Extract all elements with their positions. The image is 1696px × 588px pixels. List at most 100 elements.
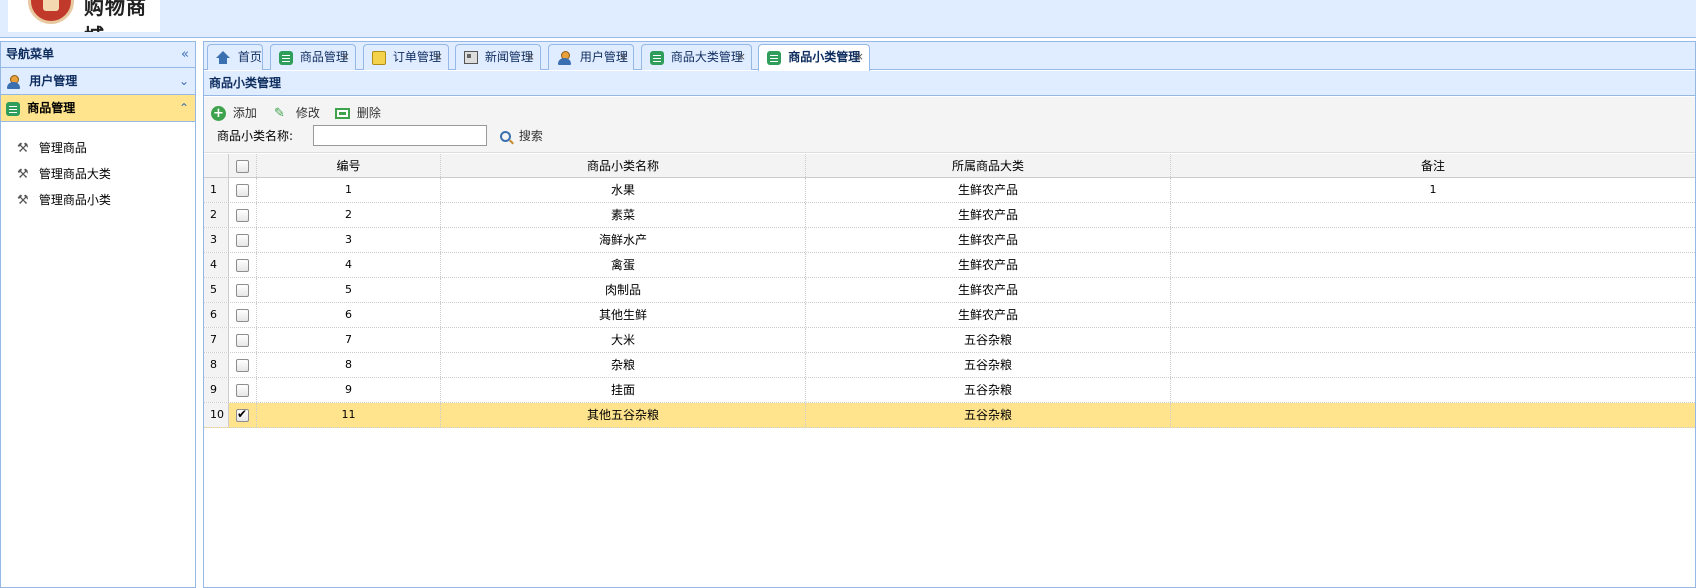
column-header-name[interactable]: 商品小类名称: [441, 154, 806, 177]
cell-name: 其他五谷杂粮: [441, 403, 806, 427]
cell-name: 禽蛋: [441, 253, 806, 277]
cell-name: 大米: [441, 328, 806, 352]
row-checkbox-cell[interactable]: [229, 178, 257, 202]
cell-id: 3: [257, 228, 441, 252]
nav-section-label: 用户管理: [29, 74, 78, 88]
close-icon[interactable]: ×: [341, 45, 350, 69]
row-checkbox-cell[interactable]: [229, 353, 257, 377]
double-chevron-up-icon[interactable]: ⌃: [179, 95, 189, 121]
minus-icon: [335, 108, 350, 119]
table-row[interactable]: 9 9 挂面 五谷杂粮: [204, 378, 1695, 403]
tab-small-category-management[interactable]: 商品小类管理 ×: [758, 44, 870, 71]
close-icon[interactable]: ×: [619, 45, 628, 69]
checkbox[interactable]: [236, 160, 249, 173]
search-label: 商品小类名称:: [217, 129, 294, 143]
row-checkbox-cell[interactable]: [229, 303, 257, 327]
nav-item-label: 管理商品小类: [38, 193, 111, 207]
wrench-icon: ⚒: [17, 167, 29, 182]
tab-label: 首页: [237, 50, 262, 64]
tab-home[interactable]: 首页: [207, 44, 263, 70]
search-input[interactable]: [313, 125, 487, 146]
checkbox[interactable]: [236, 259, 249, 272]
checkbox[interactable]: [236, 384, 249, 397]
checkbox[interactable]: [236, 209, 249, 222]
grid-header-row: 编号 商品小类名称 所属商品大类 备注: [204, 154, 1695, 178]
row-checkbox-cell[interactable]: [229, 403, 257, 427]
tab-product-management[interactable]: 商品管理 ×: [270, 44, 356, 70]
checkbox[interactable]: [236, 359, 249, 372]
row-number: 2: [204, 203, 229, 227]
checkbox[interactable]: [236, 284, 249, 297]
cell-id: 5: [257, 278, 441, 302]
cell-name: 水果: [441, 178, 806, 202]
column-header-category[interactable]: 所属商品大类: [806, 154, 1171, 177]
close-icon[interactable]: ×: [526, 45, 535, 69]
table-row[interactable]: 10 11其他五谷杂粮五谷杂粮: [204, 403, 1695, 428]
cell-id: 7: [257, 328, 441, 352]
nav-item-manage-small-categories[interactable]: ⚒ 管理商品小类: [17, 187, 195, 213]
row-checkbox-cell[interactable]: [229, 203, 257, 227]
row-checkbox-cell[interactable]: [229, 378, 257, 402]
nav-item-manage-big-categories[interactable]: ⚒ 管理商品大类: [17, 161, 195, 187]
close-icon[interactable]: ×: [855, 45, 864, 69]
search-icon: [500, 131, 511, 142]
tab-news-management[interactable]: 新闻管理 ×: [455, 44, 541, 70]
cell-category: 生鲜农产品: [806, 303, 1171, 327]
nav-item-label: 管理商品: [38, 141, 87, 155]
select-all-checkbox[interactable]: [229, 154, 257, 177]
cell-category: 生鲜农产品: [806, 178, 1171, 202]
home-icon: [216, 50, 231, 65]
cell-id: 2: [257, 203, 441, 227]
checkbox[interactable]: [236, 234, 249, 247]
cell-remark: [1171, 228, 1695, 252]
double-chevron-left-icon[interactable]: «: [181, 42, 189, 67]
close-icon[interactable]: ×: [434, 45, 443, 69]
cell-name: 挂面: [441, 378, 806, 402]
tab-user-management[interactable]: 用户管理 ×: [548, 44, 634, 70]
table-row[interactable]: 5 5 肉制品 生鲜农产品: [204, 278, 1695, 303]
cell-remark: [1171, 353, 1695, 377]
nav-section-user[interactable]: 用户管理 ⌄: [1, 68, 195, 95]
table-row[interactable]: 4 4 禽蛋 生鲜农产品: [204, 253, 1695, 278]
checkbox[interactable]: [236, 184, 249, 197]
checkbox[interactable]: [236, 309, 249, 322]
edit-button[interactable]: ✎ 修改: [274, 104, 320, 122]
delete-button-label: 删除: [356, 106, 381, 120]
table-row[interactable]: 6 6 其他生鲜 生鲜农产品: [204, 303, 1695, 328]
table-row[interactable]: 7 7 大米 五谷杂粮: [204, 328, 1695, 353]
edit-button-label: 修改: [295, 106, 320, 120]
tab-big-category-management[interactable]: 商品大类管理 ×: [641, 44, 752, 70]
table-row[interactable]: 3 3 海鲜水产 生鲜农产品: [204, 228, 1695, 253]
nav-section-product[interactable]: 商品管理 ⌃: [1, 95, 195, 122]
checkbox[interactable]: [236, 334, 249, 347]
row-checkbox-cell[interactable]: [229, 253, 257, 277]
cell-remark: 1: [1429, 183, 1437, 196]
list-icon: [767, 50, 781, 65]
double-chevron-down-icon[interactable]: ⌄: [179, 68, 189, 94]
nav-panel-title: 导航菜单: [6, 47, 55, 61]
panel-title: 商品小类管理: [204, 71, 1695, 96]
add-button[interactable]: + 添加: [211, 104, 257, 122]
checkbox[interactable]: [236, 407, 249, 422]
row-number: 6: [204, 303, 229, 327]
row-checkbox-cell[interactable]: [229, 228, 257, 252]
cell-category: 五谷杂粮: [806, 353, 1171, 377]
nav-section-label: 商品管理: [27, 101, 76, 115]
column-header-remark[interactable]: 备注: [1171, 154, 1695, 177]
table-row[interactable]: 2 2 素菜 生鲜农产品: [204, 203, 1695, 228]
row-checkbox-cell[interactable]: [229, 278, 257, 302]
row-number-header: [204, 154, 229, 177]
table-row[interactable]: 8 8 杂粮 五谷杂粮: [204, 353, 1695, 378]
row-number: 3: [204, 228, 229, 252]
search-button[interactable]: 搜索: [500, 127, 543, 145]
wrench-icon: ⚒: [17, 193, 29, 208]
column-header-id[interactable]: 编号: [257, 154, 441, 177]
row-number: 1: [204, 178, 229, 202]
close-icon[interactable]: ×: [737, 45, 746, 69]
tab-order-management[interactable]: 订单管理 ×: [363, 44, 449, 70]
row-checkbox-cell[interactable]: [229, 328, 257, 352]
table-row[interactable]: 1 1 水果 生鲜农产品 1: [204, 178, 1695, 203]
wrench-icon: ⚒: [17, 141, 29, 156]
nav-item-manage-products[interactable]: ⚒ 管理商品: [17, 135, 195, 161]
delete-button[interactable]: 删除: [335, 104, 381, 122]
